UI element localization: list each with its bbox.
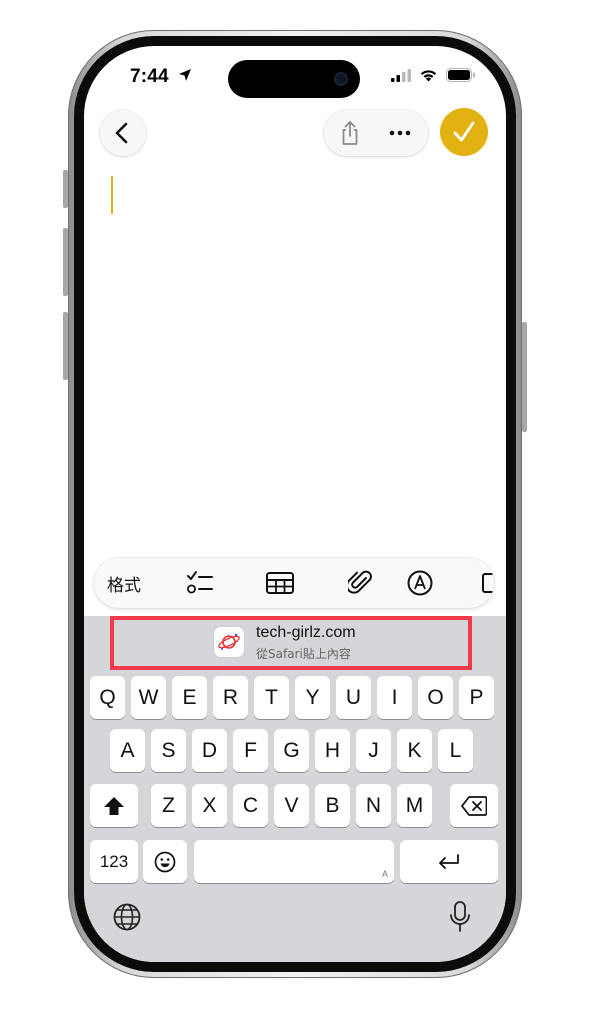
key-c[interactable]: C: [233, 784, 268, 827]
back-button[interactable]: [100, 110, 146, 156]
shift-arrow-icon: [104, 796, 124, 815]
key-l[interactable]: L: [438, 729, 473, 772]
key-h[interactable]: H: [315, 729, 350, 772]
space-key[interactable]: A: [194, 840, 394, 883]
key-v[interactable]: V: [274, 784, 309, 827]
front-camera: [334, 72, 348, 86]
paperclip-icon: [348, 570, 372, 594]
power-button: [522, 322, 527, 432]
wifi-icon: [420, 70, 437, 82]
dictation-button[interactable]: [448, 900, 472, 939]
key-a[interactable]: A: [110, 729, 145, 772]
space-hint: A: [381, 869, 388, 879]
location-arrow-icon: [179, 69, 191, 81]
return-key[interactable]: [400, 840, 498, 883]
key-w[interactable]: W: [131, 676, 166, 719]
suggestion-subtitle: 從Safari貼上內容: [256, 647, 351, 661]
markup-pen-icon: [407, 570, 433, 596]
format-label: 格式: [107, 575, 141, 596]
delete-key[interactable]: [450, 784, 498, 827]
key-u[interactable]: U: [336, 676, 371, 719]
microphone-icon: [450, 901, 470, 932]
safari-app-icon: [214, 627, 244, 657]
emoji-key[interactable]: [143, 840, 187, 883]
return-arrow-icon: [439, 853, 459, 869]
status-bar: 7:44: [84, 46, 506, 106]
key-o[interactable]: O: [418, 676, 453, 719]
key-y[interactable]: Y: [295, 676, 330, 719]
table-icon: [266, 572, 294, 594]
backspace-icon: [461, 795, 487, 816]
emoji-face-icon: [154, 851, 176, 872]
battery-icon: [446, 68, 475, 82]
checklist-button[interactable]: [178, 558, 222, 608]
numbers-key[interactable]: 123: [90, 840, 138, 883]
compose-icon: [482, 573, 494, 593]
key-x[interactable]: X: [192, 784, 227, 827]
key-t[interactable]: T: [254, 676, 289, 719]
volume-down-button: [63, 312, 68, 380]
key-s[interactable]: S: [151, 729, 186, 772]
markup-button[interactable]: [398, 558, 442, 608]
key-e[interactable]: E: [172, 676, 207, 719]
globe-button[interactable]: [112, 902, 142, 937]
key-f[interactable]: F: [233, 729, 268, 772]
key-m[interactable]: M: [397, 784, 432, 827]
share-icon[interactable]: [336, 119, 364, 147]
status-icons: [391, 68, 476, 82]
key-r[interactable]: R: [213, 676, 248, 719]
globe-icon: [113, 903, 141, 931]
volume-up-button: [63, 228, 68, 296]
key-z[interactable]: Z: [151, 784, 186, 827]
suggestion-title: tech-girlz.com: [256, 624, 356, 641]
ellipsis-icon[interactable]: [386, 119, 414, 147]
key-i[interactable]: I: [377, 676, 412, 719]
shift-key[interactable]: [90, 784, 138, 827]
chevron-left-icon: [115, 122, 128, 144]
more-formatting-button[interactable]: [472, 558, 494, 608]
checklist-icon: [187, 571, 213, 594]
cellular-signal-icon: [391, 68, 411, 82]
checkmark-icon: [453, 121, 475, 142]
key-n[interactable]: N: [356, 784, 391, 827]
dynamic-island: [228, 60, 360, 98]
action-button: [63, 170, 68, 208]
key-q[interactable]: Q: [90, 676, 125, 719]
key-p[interactable]: P: [459, 676, 494, 719]
key-g[interactable]: G: [274, 729, 309, 772]
note-body[interactable]: [104, 166, 486, 546]
table-button[interactable]: [258, 558, 302, 608]
format-button[interactable]: 格式: [102, 558, 146, 608]
paste-suggestion[interactable]: tech-girlz.com 從Safari貼上內容: [114, 620, 468, 666]
key-d[interactable]: D: [192, 729, 227, 772]
key-b[interactable]: B: [315, 784, 350, 827]
keyboard: tech-girlz.com 從Safari貼上內容 Q W E R T Y U…: [84, 616, 506, 962]
status-time: 7:44: [130, 66, 169, 87]
formatting-bar: 格式: [94, 558, 494, 608]
key-k[interactable]: K: [397, 729, 432, 772]
action-pill: [324, 110, 428, 156]
planet-icon: [218, 633, 240, 650]
attachment-button[interactable]: [338, 558, 382, 608]
key-j[interactable]: J: [356, 729, 391, 772]
done-button[interactable]: [440, 108, 488, 156]
screen: 7:44 格式 tech-girlz.com 從Safari貼上內容 Q W E…: [84, 46, 506, 962]
